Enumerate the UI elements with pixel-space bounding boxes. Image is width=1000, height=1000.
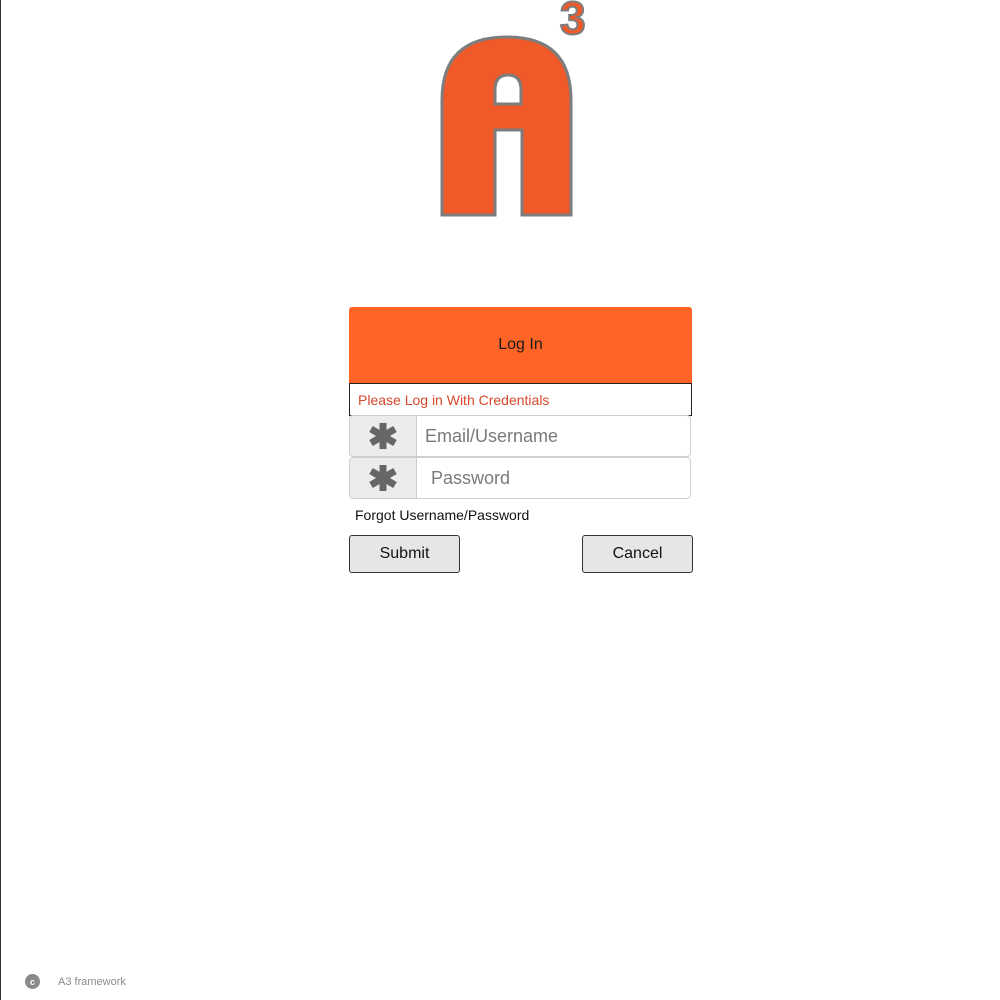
- login-message: Please Log in With Credentials: [349, 383, 692, 416]
- login-header: Log In: [349, 307, 692, 383]
- login-page: 3 Log In Please Log in With Credentials: [0, 0, 1000, 1000]
- asterisk-icon: [350, 458, 417, 498]
- forgot-credentials-link[interactable]: Forgot Username/Password: [355, 507, 529, 523]
- footer: c A3 framework: [25, 974, 126, 989]
- email-username-input[interactable]: [417, 416, 690, 456]
- footer-text: A3 framework: [58, 975, 126, 988]
- submit-button[interactable]: Submit: [349, 535, 460, 573]
- cancel-button[interactable]: Cancel: [582, 535, 693, 573]
- password-input-group: [349, 457, 691, 499]
- svg-text:3: 3: [560, 0, 586, 44]
- email-input-group: [349, 415, 691, 457]
- password-input[interactable]: [417, 458, 690, 498]
- asterisk-icon: [350, 416, 417, 456]
- copyright-icon: c: [25, 974, 40, 989]
- login-message-text: Please Log in With Credentials: [358, 391, 550, 408]
- login-title: Log In: [498, 336, 543, 353]
- a3-logo: 3: [440, 0, 587, 217]
